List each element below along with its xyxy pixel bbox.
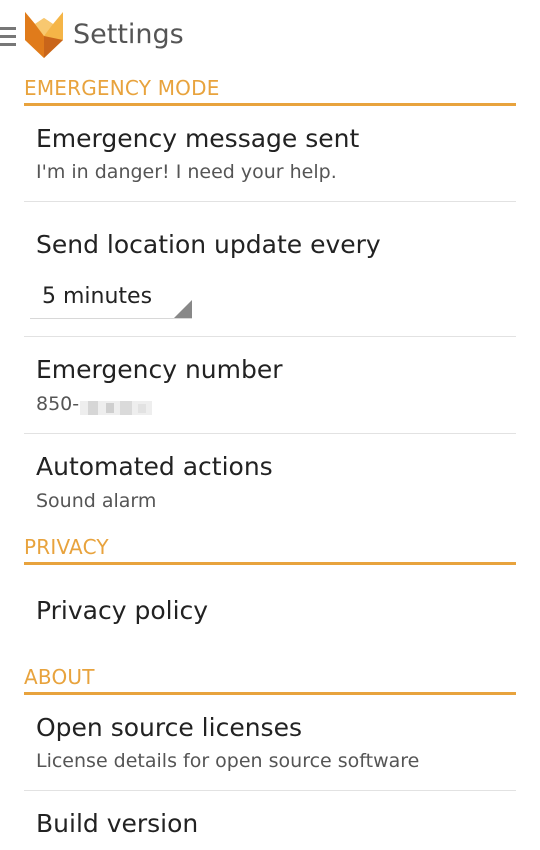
menu-icon[interactable] — [0, 27, 16, 47]
pref-title: Privacy policy — [36, 596, 209, 625]
pref-automated-actions[interactable]: Automated actions Sound alarm — [24, 434, 516, 530]
section-header-emergency-mode: EMERGENCY MODE — [24, 75, 516, 106]
pref-summary: Sound alarm — [36, 490, 157, 512]
pref-title: Automated actions — [36, 452, 273, 481]
pref-open-source-licenses[interactable]: Open source licenses License details for… — [24, 695, 516, 790]
emergency-number-prefix: 850- — [36, 393, 80, 415]
spinner-value: 5 minutes — [42, 284, 153, 309]
section-header-about: ABOUT — [24, 664, 516, 695]
pref-title: Build version — [36, 809, 199, 838]
location-interval-spinner[interactable]: 5 minutes — [30, 282, 192, 319]
action-bar: Settings — [0, 0, 540, 70]
page-title: Settings — [73, 19, 184, 50]
pref-emergency-number[interactable]: Emergency number 850- — [24, 337, 516, 433]
fox-logo-icon[interactable] — [25, 10, 63, 60]
pref-summary: I'm in danger! I need your help. — [36, 161, 337, 183]
pref-build-version[interactable]: Build version — [24, 791, 516, 850]
pref-emergency-message[interactable]: Emergency message sent I'm in danger! I … — [24, 106, 516, 201]
spinner-arrow-icon — [174, 300, 192, 318]
pref-title: Open source licenses — [36, 713, 302, 742]
section-header-privacy: PRIVACY — [24, 534, 516, 565]
pref-summary: License details for open source software — [36, 750, 420, 772]
pref-summary: 850- — [36, 393, 153, 415]
pref-title: Emergency number — [36, 355, 283, 384]
redacted-number — [80, 398, 153, 415]
pref-privacy-policy[interactable]: Privacy policy — [24, 566, 516, 661]
pref-title: Send location update every — [36, 230, 381, 259]
pref-title: Emergency message sent — [36, 124, 360, 153]
